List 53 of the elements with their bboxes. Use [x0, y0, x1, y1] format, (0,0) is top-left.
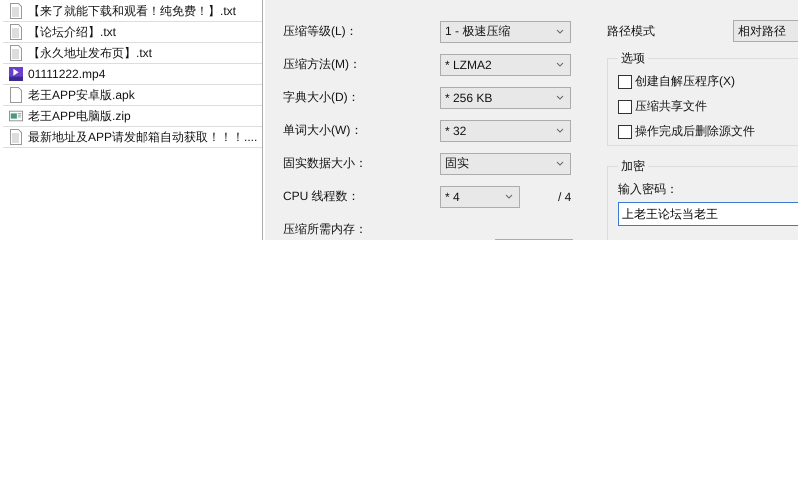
video-file-icon — [9, 66, 23, 82]
caret-icon — [556, 95, 564, 100]
dropdown[interactable]: * LZMA2 — [440, 54, 571, 76]
file-name: 【来了就能下载和观看！纯免费！】.txt — [28, 2, 236, 20]
text-file-icon — [9, 24, 23, 40]
password-field[interactable]: 上老王论坛当老王 — [618, 202, 798, 226]
checkbox[interactable] — [618, 100, 632, 114]
file-name: 最新地址及APP请发邮箱自动获取！！！.... — [28, 128, 258, 146]
caret-icon — [556, 29, 564, 34]
setting-label: 字典大小(D)： — [283, 89, 361, 106]
dropdown[interactable]: 相对路径 — [733, 20, 798, 42]
dropdown[interactable]: * 32 — [440, 120, 571, 142]
password-label: 输入密码： — [618, 181, 679, 198]
text-file-icon — [9, 129, 23, 145]
blank-file-icon — [9, 87, 23, 103]
setting-label: 固实数据大小： — [283, 155, 368, 172]
text-file-icon — [9, 45, 23, 61]
file-row[interactable]: 老王APP安卓版.apk — [3, 85, 262, 106]
checkbox-option[interactable]: 操作完成后删除源文件 — [618, 119, 798, 144]
file-name: 老王APP电脑版.zip — [28, 108, 131, 124]
setting-label: 压缩等级(L)： — [283, 23, 359, 40]
checkbox-option[interactable]: 压缩共享文件 — [618, 94, 798, 119]
file-name: 【永久地址发布页】.txt — [28, 44, 152, 62]
setting-label: 路径模式 — [607, 22, 656, 40]
group-title: 加密 — [620, 158, 646, 175]
file-row[interactable]: 【来了就能下载和观看！纯免费！】.txt — [3, 1, 262, 22]
file-row[interactable]: 老王APP电脑版.zip — [3, 106, 262, 127]
file-name: 01111222.mp4 — [28, 67, 106, 81]
dropdown[interactable]: * 4 — [440, 186, 520, 208]
dropdown[interactable]: 固实 — [440, 152, 571, 174]
caret-icon — [505, 194, 513, 199]
dropdown[interactable]: * 256 KB — [440, 86, 571, 108]
checkbox[interactable] — [618, 74, 632, 88]
file-row[interactable]: 【永久地址发布页】.txt — [3, 43, 262, 64]
file-row[interactable]: 01111222.mp4 — [3, 64, 262, 85]
caret-icon — [556, 128, 564, 133]
caret-icon — [556, 161, 564, 166]
file-name: 【论坛介绍】.txt — [28, 24, 116, 40]
group-title: 选项 — [620, 50, 646, 67]
text-file-icon — [9, 3, 23, 19]
caret-icon — [556, 62, 564, 67]
checkbox[interactable] — [618, 124, 632, 138]
archive-file-icon — [9, 108, 23, 124]
setting-label: 单词大小(W)： — [283, 122, 364, 139]
file-row[interactable]: 【论坛介绍】.txt — [3, 22, 262, 43]
thread-max: / 4 — [558, 190, 572, 204]
dropdown[interactable]: 1 - 极速压缩 — [440, 20, 571, 42]
setting-label: 压缩所需内存： — [283, 221, 368, 238]
checkbox-option[interactable]: 创建自解压程序(X) — [618, 69, 798, 94]
setting-label: 压缩方法(M)： — [283, 56, 362, 73]
file-row[interactable]: 最新地址及APP请发邮箱自动获取！！！.... — [3, 127, 262, 148]
file-name: 老王APP安卓版.apk — [28, 86, 135, 104]
setting-label: CPU 线程数： — [283, 188, 361, 205]
